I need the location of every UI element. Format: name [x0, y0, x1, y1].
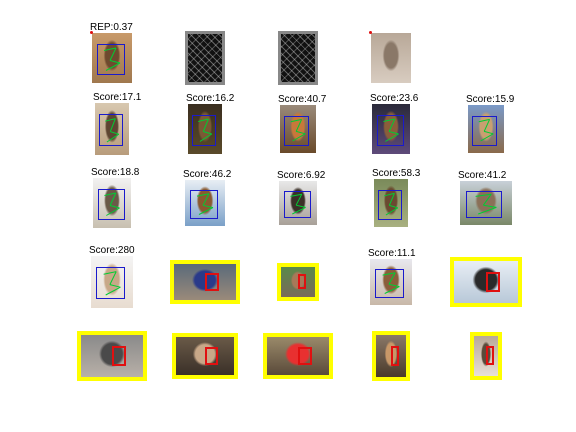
- thumbnail-cell: [93, 178, 131, 228]
- thumbnail-cell: [370, 259, 412, 305]
- thumbnail-cell: [185, 31, 225, 85]
- part-filter-lines: [478, 118, 494, 142]
- part-detection-box: [486, 346, 494, 365]
- thumbnail-cell: [468, 105, 504, 153]
- origin-marker: [369, 31, 372, 34]
- score-label: Score:23.6: [370, 93, 419, 104]
- thumbnail-cell: [278, 31, 318, 85]
- thumbnail-cell: [470, 332, 502, 380]
- thumbnail-cell: [372, 331, 410, 381]
- part-detection-box: [298, 274, 306, 289]
- part-detection-box: [205, 347, 218, 365]
- score-label: Score:58.3: [372, 168, 421, 179]
- hog-filter-visualization: [185, 31, 225, 85]
- thumbnail-cell: [374, 179, 408, 227]
- score-label: Score:40.7: [278, 94, 327, 105]
- thumbnail-cell: [263, 333, 333, 379]
- thumbnail-cell: [372, 104, 410, 154]
- part-filter-lines: [103, 271, 121, 296]
- detection-results-figure: REP:0.37 Score:17.1 Score:16.2 Score:40.7 Sc…: [0, 0, 576, 432]
- part-detection-box: [391, 346, 399, 366]
- part-filter-lines: [196, 193, 214, 215]
- thumbnail-cell: [369, 31, 411, 83]
- part-filter-lines: [198, 118, 213, 142]
- part-filter-lines: [290, 118, 306, 142]
- thumbnail-cell: [170, 260, 240, 304]
- part-filter-lines: [104, 192, 120, 216]
- thumbnail-cell: [77, 331, 147, 381]
- score-label: Score:11.1: [368, 248, 416, 259]
- thumbnail-cell: [172, 333, 238, 379]
- image-thumbnail: [371, 33, 411, 83]
- hog-filter-visualization: [278, 31, 318, 85]
- part-filter-lines: [105, 118, 120, 143]
- thumbnail-cell: [277, 263, 319, 301]
- part-detection-box: [298, 347, 312, 365]
- part-filter-lines: [290, 193, 306, 215]
- score-label: REP:0.37: [90, 22, 133, 33]
- thumbnail-cell: [91, 256, 133, 308]
- score-label: Score:6.92: [277, 170, 326, 181]
- part-filter-lines: [384, 192, 399, 216]
- thumbnail-cell: [95, 103, 129, 155]
- part-detection-box: [205, 273, 219, 291]
- score-label: Score:17.1: [93, 92, 142, 103]
- part-detection-box: [112, 346, 126, 366]
- part-filter-lines: [475, 193, 497, 215]
- score-label: Score:280: [89, 245, 135, 256]
- score-label: Score:16.2: [186, 93, 235, 104]
- part-filter-lines: [382, 272, 400, 294]
- thumbnail-cell: [450, 257, 522, 307]
- thumbnail-cell: [279, 181, 317, 225]
- part-filter-lines: [383, 118, 399, 142]
- thumbnail-cell: [90, 31, 132, 83]
- thumbnail-cell: [280, 105, 316, 153]
- score-label: Score:18.8: [91, 167, 140, 178]
- part-detection-box: [486, 272, 500, 292]
- thumbnail-cell: [185, 180, 225, 226]
- thumbnail-cell: [188, 104, 222, 154]
- score-label: Score:46.2: [183, 169, 232, 180]
- thumbnail-cell: [460, 181, 512, 225]
- score-label: Score:41.2: [458, 170, 507, 181]
- part-filter-lines: [103, 47, 121, 71]
- score-label: Score:15.9: [466, 94, 515, 105]
